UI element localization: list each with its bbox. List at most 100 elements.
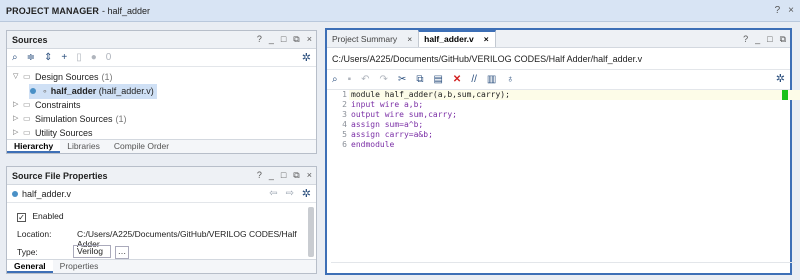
sources-panel: Sources ? _ □ ⧉ × ⌕ ≑ ⇕ + ▯ ● 0 ✲ ▽ ▭ De… xyxy=(6,30,317,154)
tab-general[interactable]: General xyxy=(7,260,53,273)
tab-label: Project Summary xyxy=(332,34,398,44)
horizontal-scrollbar[interactable] xyxy=(331,262,795,270)
line-number: 1 xyxy=(342,90,347,99)
tree-item-count: (1) xyxy=(101,72,113,82)
type-row: Verilog … xyxy=(73,245,129,259)
tab-properties[interactable]: Properties xyxy=(53,260,106,273)
expand-icon[interactable]: ▷ xyxy=(13,126,23,140)
copy-icon[interactable]: ⧉ xyxy=(416,74,423,85)
file-status-icon xyxy=(12,190,18,197)
properties-help-button[interactable]: ? xyxy=(257,170,262,181)
tab-libraries[interactable]: Libraries xyxy=(60,140,107,153)
editor-toolbar: ⌕ ▪ ↶ ↷ ✂ ⧉ ▤ ✕ // ▥ ♁ ✲ xyxy=(327,70,790,90)
tree-item-constraints[interactable]: ▷ ▭ Constraints xyxy=(13,98,316,112)
gear-icon[interactable]: ✲ xyxy=(302,187,311,200)
properties-float-button[interactable]: ⧉ xyxy=(293,170,299,181)
sources-title: Sources xyxy=(12,34,48,45)
code-line: output wire sum,carry; xyxy=(351,110,457,119)
folder-icon: ▭ xyxy=(23,100,31,109)
tree-item-utility-sources[interactable]: ▷ ▭ Utility Sources xyxy=(13,126,316,140)
save-icon[interactable]: ▪ xyxy=(348,74,352,85)
code-editor[interactable]: 1 2 3 4 5 6 module half_adder(a,b,sum,ca… xyxy=(327,90,800,266)
properties-file-name: half_adder.v xyxy=(22,188,72,199)
undo-icon[interactable]: ↶ xyxy=(361,74,369,85)
lightbulb-icon[interactable]: ♁ xyxy=(506,74,514,85)
code-line: assign sum=a^b; xyxy=(351,120,424,129)
line-number: 3 xyxy=(342,110,347,119)
properties-minimize-button[interactable]: _ xyxy=(269,170,274,181)
redo-icon[interactable]: ↷ xyxy=(380,74,388,85)
expand-icon[interactable]: ▷ xyxy=(13,98,23,112)
back-arrow-icon[interactable]: ⇦ xyxy=(269,188,277,199)
editor-minimize-button[interactable]: _ xyxy=(755,34,760,45)
enabled-checkbox-row[interactable]: ✓ Enabled xyxy=(17,211,64,222)
search-icon[interactable]: ⌕ xyxy=(12,52,18,63)
tab-close-icon[interactable]: × xyxy=(407,34,412,44)
sources-header: Sources ? _ □ ⧉ × xyxy=(7,31,316,49)
sources-minimize-button[interactable]: _ xyxy=(269,34,274,45)
type-label: Type: xyxy=(17,247,38,257)
properties-tabs: General Properties xyxy=(7,259,316,273)
code-line: module half_adder(a,b,sum,carry); xyxy=(349,90,800,100)
properties-maximize-button[interactable]: □ xyxy=(281,170,286,181)
sources-float-button[interactable]: ⧉ xyxy=(293,34,299,45)
paste-icon[interactable]: ▤ xyxy=(433,74,442,85)
collapse-all-icon[interactable]: ≑ xyxy=(27,52,35,63)
tab-compile-order[interactable]: Compile Order xyxy=(107,140,176,153)
forward-arrow-icon[interactable]: ⇨ xyxy=(286,188,294,199)
folder-icon: ▭ xyxy=(23,128,31,137)
sources-tree: ▽ ▭ Design Sources (1) ⚬ half_adder (hal… xyxy=(7,67,316,140)
window-titlebar: PROJECT MANAGER - half_adder ? × xyxy=(0,0,800,22)
line-number: 5 xyxy=(342,130,347,139)
add-source-icon[interactable]: + xyxy=(61,52,67,63)
editor-maximize-button[interactable]: □ xyxy=(767,34,772,45)
editor-float-button[interactable]: ⧉ xyxy=(780,34,786,45)
tree-item-label: Simulation Sources xyxy=(35,114,113,124)
tab-half-adder[interactable]: half_adder.v × xyxy=(418,30,496,47)
enabled-label: Enabled xyxy=(32,211,64,221)
tree-item-half-adder[interactable]: ⚬ half_adder (half_adder.v) xyxy=(13,83,316,99)
collapse-icon[interactable]: ▽ xyxy=(13,70,23,84)
cut-icon[interactable]: ✂ xyxy=(398,74,406,85)
type-more-button[interactable]: … xyxy=(115,246,129,259)
tree-item-label: Utility Sources xyxy=(35,128,93,138)
sources-help-button[interactable]: ? xyxy=(257,34,262,45)
expand-all-icon[interactable]: ⇕ xyxy=(44,52,52,63)
file-path: C:/Users/A225/Documents/GitHub/VERILOG C… xyxy=(327,48,790,70)
tree-item-label: half_adder xyxy=(50,85,97,96)
indent-icon[interactable]: ▥ xyxy=(487,74,496,85)
delete-icon[interactable]: ✕ xyxy=(453,74,461,85)
location-label: Location: xyxy=(17,229,52,239)
properties-scrollbar[interactable] xyxy=(308,207,314,257)
expand-icon[interactable]: ▷ xyxy=(13,112,23,126)
sources-close-button[interactable]: × xyxy=(307,34,312,45)
properties-close-button[interactable]: × xyxy=(307,170,312,181)
type-select[interactable]: Verilog xyxy=(73,245,111,258)
gear-icon[interactable]: ✲ xyxy=(776,72,785,85)
comment-icon[interactable]: // xyxy=(471,74,477,85)
properties-title: Source File Properties xyxy=(12,170,108,181)
tree-item-label: Design Sources xyxy=(35,72,99,82)
close-button[interactable]: × xyxy=(788,5,794,16)
status-count: 0 xyxy=(105,52,112,63)
no-error-marker xyxy=(782,90,788,100)
folder-icon: ▭ xyxy=(23,72,31,81)
tab-project-summary[interactable]: Project Summary × xyxy=(327,34,418,47)
tab-close-icon[interactable]: × xyxy=(484,34,489,44)
tab-hierarchy[interactable]: Hierarchy xyxy=(7,140,61,153)
properties-header: Source File Properties ? _ □ ⧉ × xyxy=(7,167,316,185)
search-icon[interactable]: ⌕ xyxy=(332,74,338,85)
folder-icon: ▭ xyxy=(23,114,31,123)
file-icon[interactable]: ▯ xyxy=(76,52,82,63)
editor-help-button[interactable]: ? xyxy=(743,34,748,45)
hierarchy-icon: ⚬ xyxy=(41,86,49,96)
tree-item-count: (1) xyxy=(115,114,127,124)
status-dot-icon: ● xyxy=(90,52,97,63)
enabled-checkbox[interactable]: ✓ xyxy=(17,213,26,222)
tree-item-design-sources[interactable]: ▽ ▭ Design Sources (1) xyxy=(13,70,316,84)
tree-item-simulation-sources[interactable]: ▷ ▭ Simulation Sources (1) xyxy=(13,112,316,126)
help-button[interactable]: ? xyxy=(775,5,781,16)
sources-maximize-button[interactable]: □ xyxy=(281,34,286,45)
properties-panel: Source File Properties ? _ □ ⧉ × half_ad… xyxy=(6,166,317,274)
gear-icon[interactable]: ✲ xyxy=(302,51,311,64)
